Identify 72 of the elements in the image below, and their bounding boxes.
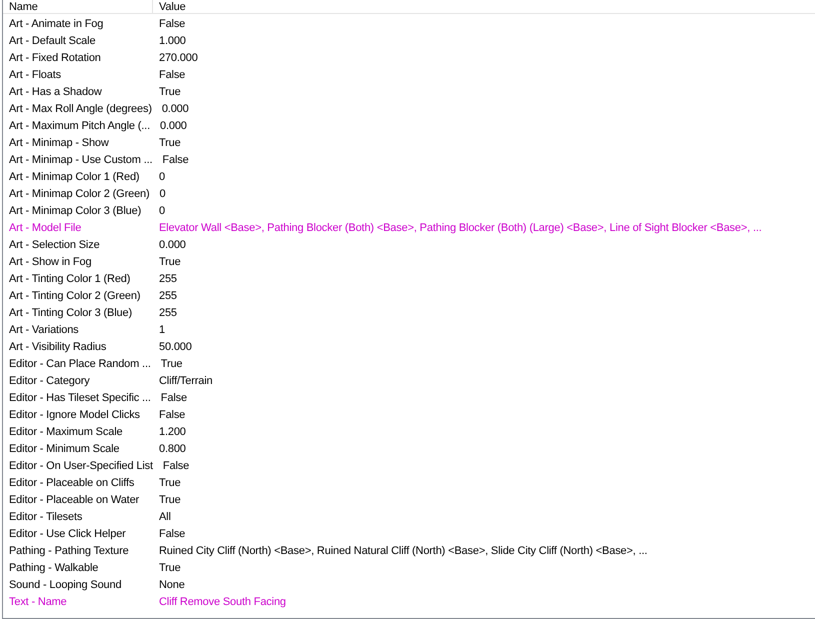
property-name[interactable]: Editor - Tilesets	[9, 510, 82, 522]
property-value: None	[159, 578, 185, 590]
property-value: 255	[159, 290, 177, 302]
property-name[interactable]: Art - Minimap Color 2 (Green)	[9, 188, 150, 200]
property-value: 0.000	[162, 102, 189, 114]
property-name[interactable]: Art - Minimap Color 3 (Blue)	[9, 204, 142, 216]
property-value: False	[159, 528, 186, 540]
property-value: 1.000	[159, 34, 186, 46]
property-value: True	[159, 476, 181, 488]
property-value: 0.000	[160, 120, 187, 132]
property-name[interactable]: Editor - Minimum Scale	[9, 442, 120, 454]
property-value: False	[159, 18, 186, 30]
property-name[interactable]: Art - Fixed Rotation	[9, 52, 101, 64]
property-name[interactable]: Art - Floats	[9, 68, 61, 80]
property-name[interactable]: Editor - Has Tileset Specific ...	[9, 392, 151, 404]
column-header[interactable]: Name	[9, 1, 38, 13]
property-value: 0	[160, 188, 166, 200]
property-value: 0.000	[159, 238, 186, 250]
property-value: 0	[159, 170, 165, 182]
property-value: Elevator Wall <Base>, Pathing Blocker (Both) <Base>, Pathing Blocker (Both) (Large) <Base>, Line of Sight Blocker <Base>, ...	[159, 222, 762, 234]
property-name[interactable]: Art - Tinting Color 2 (Green)	[9, 290, 140, 302]
property-value: True	[159, 562, 181, 574]
property-name[interactable]: Editor - Use Click Helper	[9, 528, 126, 540]
property-value: True	[160, 358, 182, 370]
property-name[interactable]: Editor - Maximum Scale	[9, 426, 122, 438]
property-value: 0	[159, 204, 165, 216]
property-value: 0.800	[159, 442, 186, 454]
property-value: False	[162, 154, 189, 166]
property-name[interactable]: Art - Tinting Color 3 (Blue)	[9, 306, 132, 318]
property-name[interactable]: Art - Minimap Color 1 (Red)	[9, 170, 140, 182]
property-name[interactable]: Sound - Looping Sound	[9, 578, 122, 590]
property-value: False	[160, 392, 187, 404]
property-name[interactable]: Art - Show in Fog	[9, 256, 92, 268]
column-header[interactable]: Value	[159, 1, 186, 13]
property-name[interactable]: Art - Variations	[9, 324, 79, 336]
property-value: True	[159, 86, 181, 98]
property-value: 1	[159, 324, 165, 336]
property-name[interactable]: Editor - Ignore Model Clicks	[9, 408, 140, 420]
property-name[interactable]: Art - Maximum Pitch Angle (...	[9, 120, 150, 132]
property-name[interactable]: Editor - Placeable on Water	[9, 494, 140, 506]
property-value: True	[159, 256, 181, 268]
property-value: All	[159, 510, 171, 522]
property-name[interactable]: Art - Has a Shadow	[9, 86, 102, 98]
property-name[interactable]: Art - Visibility Radius	[9, 340, 106, 352]
property-value: 50.000	[159, 340, 192, 352]
property-name[interactable]: Editor - On User-Specified List	[9, 460, 153, 472]
property-name[interactable]: Editor - Category	[9, 374, 90, 386]
property-name[interactable]: Pathing - Walkable	[9, 562, 98, 574]
property-name[interactable]: Art - Animate in Fog	[9, 18, 104, 30]
property-value: 255	[159, 272, 177, 284]
property-name[interactable]: Art - Max Roll Angle (degrees)	[9, 102, 152, 114]
property-name[interactable]: Art - Selection Size	[9, 238, 100, 250]
property-name[interactable]: Art - Tinting Color 1 (Red)	[9, 272, 130, 284]
property-name[interactable]: Pathing - Pathing Texture	[9, 544, 129, 556]
property-name[interactable]: Art - Minimap - Show	[9, 136, 109, 148]
property-name[interactable]: Art - Minimap - Use Custom ...	[9, 154, 152, 166]
property-name[interactable]: Editor - Can Place Random ...	[9, 358, 151, 370]
property-value: Cliff Remove South Facing	[159, 596, 286, 608]
property-value: False	[162, 460, 190, 472]
property-value: Cliff/Terrain	[159, 374, 212, 386]
property-name[interactable]: Editor - Placeable on Cliffs	[9, 476, 134, 488]
property-value: Ruined City Cliff (North) <Base>, Ruined Natural Cliff (North) <Base>, Slide City Cliff (North) <Base>, ...	[159, 544, 648, 556]
property-value: 255	[159, 306, 177, 318]
property-value: 270.000	[159, 52, 198, 64]
property-value: True	[159, 494, 181, 506]
property-value: 1.200	[159, 426, 186, 438]
property-name[interactable]: Text - Name	[9, 596, 67, 608]
property-value: True	[159, 136, 181, 148]
property-value: False	[159, 68, 186, 80]
property-name[interactable]: Art - Default Scale	[9, 34, 96, 46]
property-value: False	[159, 408, 186, 420]
property-name[interactable]: Art - Model File	[9, 222, 82, 234]
